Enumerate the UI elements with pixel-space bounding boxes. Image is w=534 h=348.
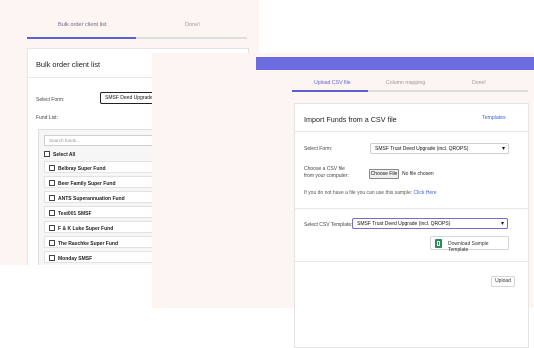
- select-form-label: Select Form:: [304, 146, 333, 152]
- fund-name: The Raschke Super Fund: [58, 241, 119, 247]
- sample-description: If you do not have a file you can use th…: [304, 190, 413, 196]
- chevron-down-icon: ▾: [501, 146, 505, 152]
- checkbox-icon[interactable]: [49, 165, 55, 171]
- chevron-down-icon: ▾: [500, 221, 504, 227]
- choose-csv-label: Choose a CSV file: [304, 166, 345, 172]
- divider: [295, 131, 528, 132]
- card-title: Bulk order client list: [36, 60, 101, 69]
- fund-name: Beer Family Super Fund: [58, 181, 116, 187]
- sample-text: If you do not have a file you can use th…: [304, 190, 437, 196]
- checkbox-icon[interactable]: [49, 195, 55, 201]
- fund-list-label: Fund List:: [36, 115, 58, 121]
- no-file-chosen-text: No file chosen: [402, 171, 434, 177]
- fund-name: F & K Luke Super Fund: [58, 226, 114, 232]
- fund-name: Test001 SMSF: [58, 211, 92, 217]
- select-csv-template-label: Select CSV Template:: [304, 222, 353, 228]
- csv-template-dropdown[interactable]: SMSF Trust Deed Upgrade (incl. QROPS) ▾: [352, 218, 508, 229]
- step-bulk-order-client-list[interactable]: Bulk order client list: [58, 22, 107, 28]
- upload-button[interactable]: Upload: [491, 276, 515, 287]
- checkbox-icon[interactable]: [49, 225, 55, 231]
- select-form-label: Select Form:: [36, 97, 65, 103]
- download-sample-template-button[interactable]: Download Sample Template: [430, 236, 509, 253]
- click-here-link[interactable]: Click Here: [414, 190, 437, 196]
- import-card: Import Funds from a CSV file Templates S…: [294, 103, 529, 348]
- fund-name: Belbray Super Fund: [58, 166, 106, 172]
- card-title: Import Funds from a CSV file: [304, 115, 397, 124]
- fund-name: ANTS Superannuation Fund: [58, 196, 125, 202]
- step-upload-csv[interactable]: Upload CSV file: [314, 80, 351, 86]
- import-funds-window: Upload CSV file Column mapping Done! Imp…: [152, 53, 534, 348]
- fund-name: Monday SMSF: [58, 256, 93, 262]
- checkbox-icon[interactable]: [49, 255, 55, 261]
- select-form-dropdown[interactable]: SMSF Trust Deed Upgrade (incl. QROPS) ▾: [370, 143, 509, 154]
- divider: [295, 208, 528, 209]
- step-done[interactable]: Done!: [185, 22, 200, 28]
- choose-csv-label-2: from your computer:: [304, 173, 349, 179]
- excel-file-icon: [435, 239, 442, 248]
- select-all-label: Select All: [53, 152, 76, 158]
- choose-file-button[interactable]: Choose File: [369, 169, 399, 179]
- templates-link[interactable]: Templates: [482, 115, 506, 121]
- select-all-checkbox[interactable]: Select All: [44, 151, 75, 158]
- stepper-progress: [292, 90, 368, 92]
- step-done[interactable]: Done!: [472, 80, 486, 86]
- download-button-label: Download Sample Template: [448, 241, 489, 253]
- checkbox-icon: [44, 151, 50, 157]
- select-form-value: SMSF Trust Deed Upgrade (incl. QROPS): [375, 146, 469, 152]
- csv-template-value: SMSF Trust Deed Upgrade (incl. QROPS): [357, 221, 451, 227]
- checkbox-icon[interactable]: [49, 180, 55, 186]
- checkbox-icon[interactable]: [49, 210, 55, 216]
- divider: [295, 261, 528, 262]
- window-top-bar: [256, 57, 534, 70]
- step-column-mapping[interactable]: Column mapping: [386, 80, 425, 86]
- stepper-progress: [27, 37, 136, 39]
- checkbox-icon[interactable]: [49, 240, 55, 246]
